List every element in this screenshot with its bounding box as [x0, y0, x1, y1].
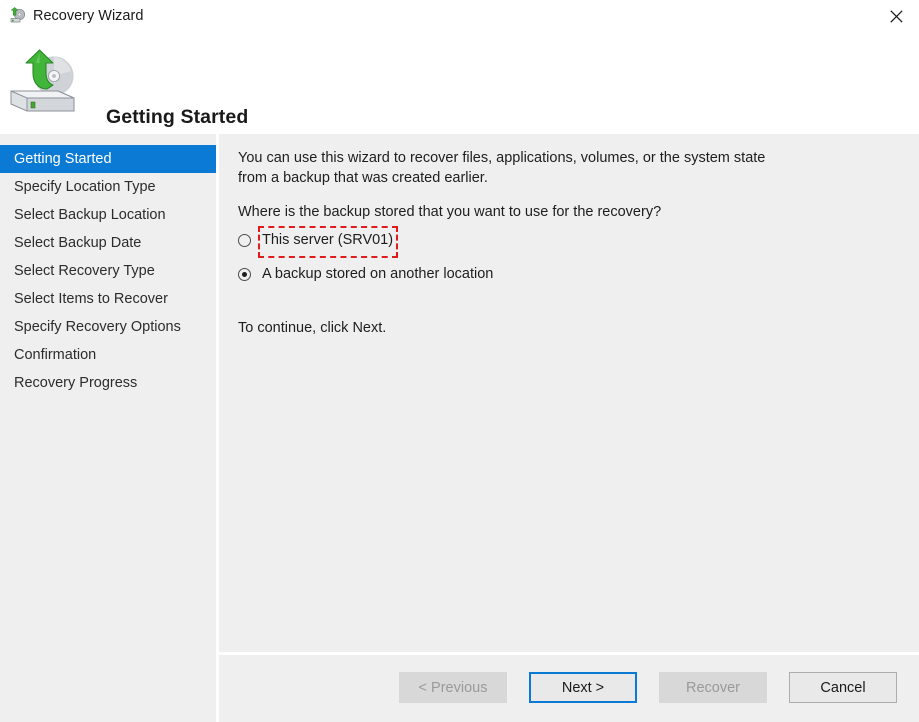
wizard-footer: < Previous Next > Recover Cancel [219, 655, 919, 722]
sidebar-item-select-recovery-type[interactable]: Select Recovery Type [0, 257, 216, 285]
page-title: Getting Started [106, 106, 248, 129]
wizard-sidebar: Getting Started Specify Location Type Se… [0, 134, 216, 722]
radio-option-this-server[interactable]: This server (SRV01) [238, 230, 888, 256]
recover-button[interactable]: Recover [659, 672, 767, 703]
recovery-disk-icon [9, 7, 27, 25]
footer-button-group: < Previous Next > Recover Cancel [399, 672, 897, 703]
sidebar-item-getting-started[interactable]: Getting Started [0, 145, 216, 173]
close-icon[interactable] [873, 0, 919, 33]
sidebar-item-select-items-to-recover[interactable]: Select Items to Recover [0, 285, 216, 313]
continue-instruction: To continue, click Next. [238, 318, 798, 338]
backup-disk-restore-icon [6, 49, 90, 119]
previous-button[interactable]: < Previous [399, 672, 507, 703]
intro-paragraph: You can use this wizard to recover files… [238, 148, 798, 188]
window-title: Recovery Wizard [33, 8, 143, 25]
radio-another-location-indicator[interactable] [238, 268, 251, 281]
cancel-button[interactable]: Cancel [789, 672, 897, 703]
sidebar-step-list: Getting Started Specify Location Type Se… [0, 145, 216, 397]
next-button[interactable]: Next > [529, 672, 637, 703]
wizard-header: Getting Started [0, 33, 919, 134]
radio-another-location-label: A backup stored on another location [262, 264, 493, 284]
backup-location-question: Where is the backup stored that you want… [238, 202, 798, 222]
radio-this-server-label: This server (SRV01) [262, 230, 393, 250]
sidebar-item-select-backup-location[interactable]: Select Backup Location [0, 201, 216, 229]
sidebar-item-confirmation[interactable]: Confirmation [0, 341, 216, 369]
wizard-content-panel: You can use this wizard to recover files… [219, 134, 919, 652]
radio-option-another-location[interactable]: A backup stored on another location [238, 264, 888, 290]
sidebar-item-recovery-progress[interactable]: Recovery Progress [0, 369, 216, 397]
sidebar-item-specify-recovery-options[interactable]: Specify Recovery Options [0, 313, 216, 341]
radio-this-server-indicator[interactable] [238, 234, 251, 247]
title-bar: Recovery Wizard [0, 0, 919, 33]
sidebar-item-select-backup-date[interactable]: Select Backup Date [0, 229, 216, 257]
sidebar-item-specify-location-type[interactable]: Specify Location Type [0, 173, 216, 201]
